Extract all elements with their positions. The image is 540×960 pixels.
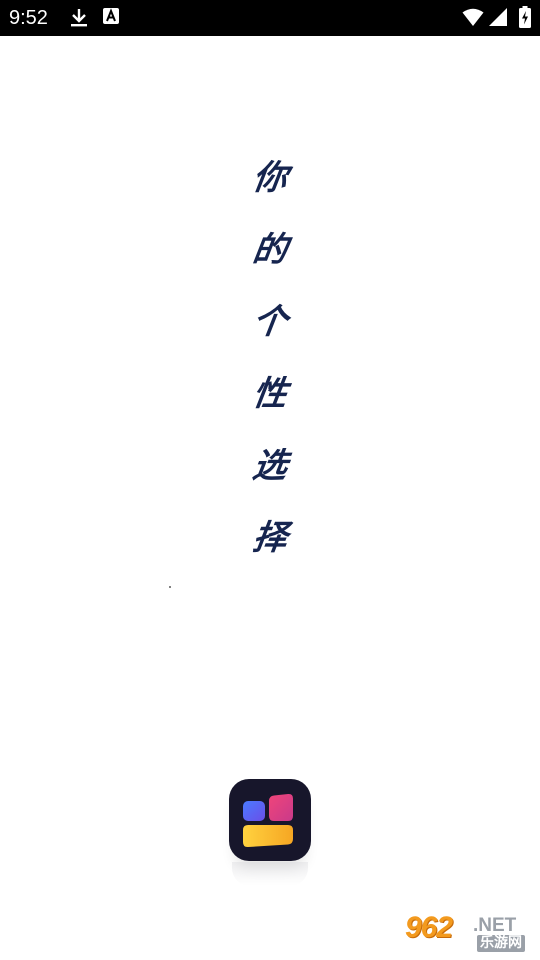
watermark-number: 962: [405, 911, 453, 944]
watermark-site-name: 乐游网: [477, 935, 525, 952]
slogan-char: 个: [250, 302, 290, 342]
splash-screen: 9:52 你 的 个 性 选 择 962 .NET 乐游网: [0, 0, 540, 960]
slogan-char: 择: [250, 518, 290, 558]
signal-icon: [489, 8, 507, 26]
watermark-domain: .NET: [473, 915, 517, 936]
wifi-icon: [462, 8, 484, 26]
battery-charging-icon: [519, 6, 531, 28]
status-bar: 9:52: [0, 0, 540, 36]
slogan-char: 的: [250, 230, 290, 270]
slogan-char: 选: [250, 446, 290, 486]
slogan-char: 性: [250, 374, 290, 414]
app-icon-reflection: [232, 862, 308, 886]
app-logo-icon: [229, 779, 311, 861]
dust-speck: [169, 586, 171, 588]
download-icon: [71, 9, 87, 27]
status-time: 9:52: [9, 7, 48, 29]
site-watermark: 962 .NET 乐游网: [401, 911, 535, 955]
slogan-char: 你: [250, 158, 290, 198]
app-logo-tiles: [243, 793, 293, 848]
a-notification-icon: [103, 8, 119, 24]
